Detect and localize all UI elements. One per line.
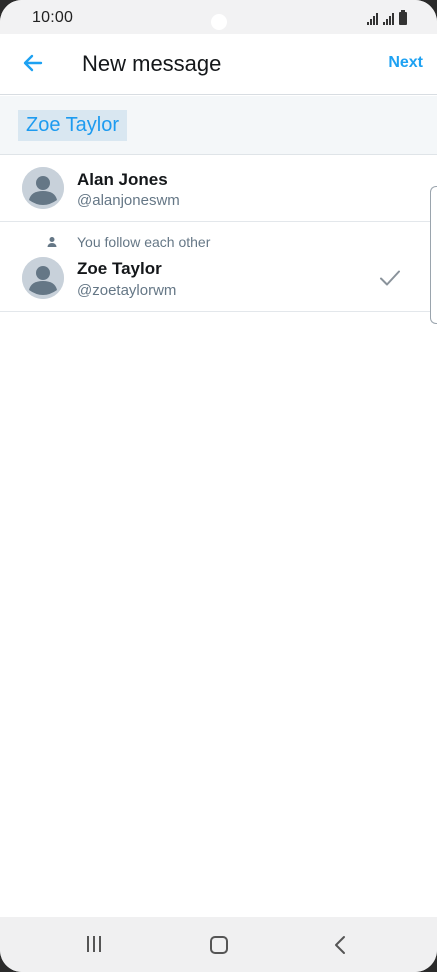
user-results-list: Alan Jones @alanjoneswm You follow each … xyxy=(0,156,437,312)
back-arrow-icon[interactable] xyxy=(18,48,48,78)
status-time: 10:00 xyxy=(32,9,74,26)
phone-screen: 10:00 New message Next Zoe Taylor Alan J… xyxy=(0,0,437,972)
user-handle: @alanjoneswm xyxy=(77,192,180,209)
signal-icon xyxy=(367,13,378,25)
next-button[interactable]: Next xyxy=(388,54,423,72)
back-chevron-icon[interactable] xyxy=(332,935,350,955)
camera-cutout xyxy=(211,14,227,30)
recipient-field[interactable]: Zoe Taylor xyxy=(0,96,437,155)
checkmark-icon xyxy=(380,270,400,286)
home-icon[interactable] xyxy=(210,936,228,954)
list-item[interactable]: You follow each other Zoe Taylor @zoetay… xyxy=(0,222,437,312)
person-icon xyxy=(47,237,57,247)
user-name: Alan Jones xyxy=(77,170,168,189)
recipient-chip[interactable]: Zoe Taylor xyxy=(18,110,128,141)
default-avatar-icon xyxy=(22,257,64,299)
user-name: Zoe Taylor xyxy=(77,259,162,278)
recents-icon[interactable] xyxy=(87,936,107,954)
signal-icon-2 xyxy=(383,13,394,25)
status-bar: 10:00 xyxy=(0,0,437,34)
follow-status: You follow each other xyxy=(46,234,210,250)
list-item[interactable]: Alan Jones @alanjoneswm xyxy=(0,156,437,222)
default-avatar-icon xyxy=(22,167,64,209)
system-navigation-bar xyxy=(0,917,437,972)
user-handle: @zoetaylorwm xyxy=(77,282,177,299)
page-title: New message xyxy=(82,51,222,76)
app-bar: New message Next xyxy=(0,34,437,95)
follow-status-text: You follow each other xyxy=(77,234,211,250)
status-icons xyxy=(367,10,407,25)
battery-icon xyxy=(399,10,407,25)
scroll-handle[interactable] xyxy=(430,186,437,324)
